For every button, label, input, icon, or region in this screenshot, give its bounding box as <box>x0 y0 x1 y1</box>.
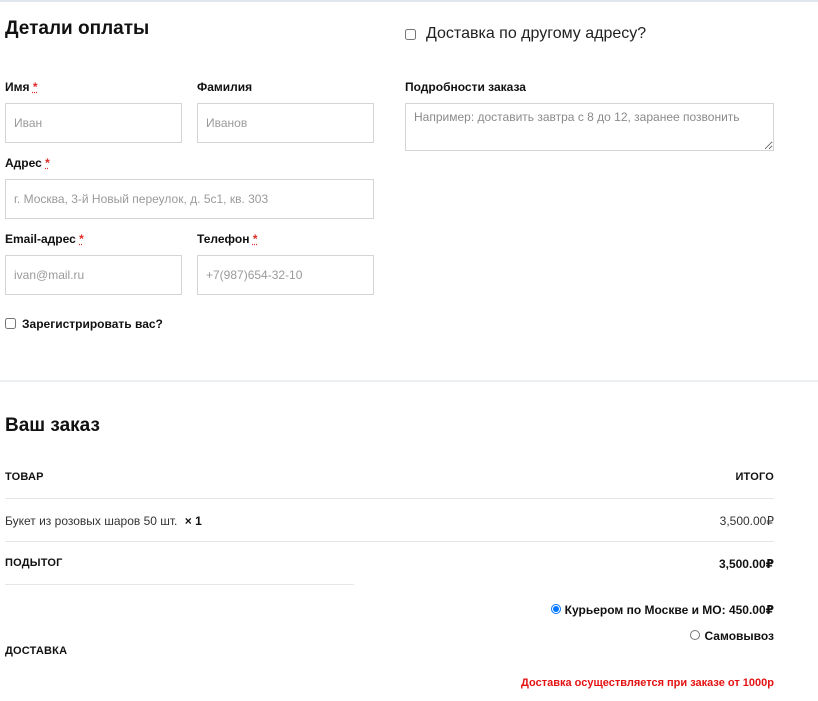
first-name-input[interactable] <box>5 103 182 143</box>
order-notes-textarea[interactable] <box>405 103 774 151</box>
required-mark: * <box>79 232 84 246</box>
phone-input[interactable] <box>197 255 374 295</box>
order-item-row: Букет из розовых шаров 50 шт. × 1 <box>5 514 202 528</box>
register-label: Зарегистрировать вас? <box>22 317 163 331</box>
address-label: Адрес * <box>5 156 50 170</box>
col-product-header: ТОВАР <box>5 471 44 483</box>
shipping-pickup-radio[interactable] <box>690 630 700 640</box>
register-checkbox[interactable] <box>5 318 16 329</box>
subtotal-label: ПОДЫТОГ <box>5 557 63 569</box>
order-item-qty: × 1 <box>184 514 202 528</box>
required-mark: * <box>252 232 258 246</box>
shipping-courier-radio[interactable] <box>551 604 561 614</box>
table-divider <box>5 541 774 542</box>
billing-title: Детали оплаты <box>5 18 150 39</box>
first-name-label: Имя * <box>5 80 38 94</box>
ship-different-checkbox[interactable] <box>405 29 416 40</box>
table-divider <box>5 584 354 585</box>
shipping-courier-label: Курьером по Москве и МО: 450.00₽ <box>564 603 774 617</box>
last-name-input[interactable] <box>197 103 374 143</box>
subtotal-value: 3,500.00₽ <box>718 557 774 571</box>
shipping-pickup-label: Самовывоз <box>704 629 774 643</box>
top-border <box>0 0 818 2</box>
shipping-label: ДОСТАВКА <box>5 645 68 657</box>
ship-different-label: Доставка по другому адресу? <box>426 25 647 42</box>
phone-label: Телефон * <box>197 232 258 246</box>
shipping-note: Доставка осуществляется при заказе от 10… <box>521 677 774 689</box>
required-mark: * <box>32 80 38 94</box>
order-item-name: Букет из розовых шаров 50 шт. <box>5 514 178 528</box>
required-mark: * <box>45 156 50 170</box>
email-label: Email-адрес * <box>5 232 84 246</box>
section-divider <box>0 380 818 382</box>
order-notes-label: Подробности заказа <box>405 80 526 94</box>
col-total-header: ИТОГО <box>735 471 774 483</box>
email-input[interactable] <box>5 255 182 295</box>
last-name-label: Фамилия <box>197 80 253 94</box>
order-item-total: 3,500.00₽ <box>719 514 774 528</box>
order-title: Ваш заказ <box>5 415 100 436</box>
address-input[interactable] <box>5 179 374 219</box>
table-divider <box>5 498 774 499</box>
